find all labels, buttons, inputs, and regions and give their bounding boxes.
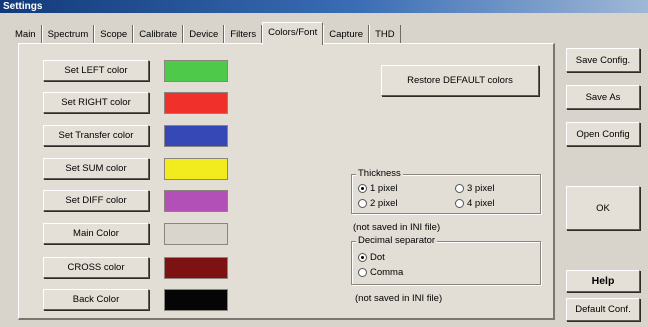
radio-unselected-icon xyxy=(358,199,367,208)
radio-label: 3 pixel xyxy=(467,183,495,194)
decimal-note: (not saved in INI file) xyxy=(355,293,443,304)
save-as-button[interactable]: Save As xyxy=(566,85,640,109)
sum-color-swatch xyxy=(164,158,228,180)
thickness-note: (not saved in INI file) xyxy=(353,222,441,233)
back-color-swatch xyxy=(164,289,228,311)
decimal-separator-legend: Decimal separator xyxy=(356,235,438,246)
thickness-1-pixel-radio[interactable]: 1 pixel xyxy=(358,183,397,194)
decimal-dot-radio[interactable]: Dot xyxy=(358,252,385,263)
tab-spectrum[interactable]: Spectrum xyxy=(41,25,95,45)
set-diff-color-button[interactable]: Set DIFF color xyxy=(43,190,149,211)
cross-color-swatch xyxy=(164,257,228,279)
radio-selected-icon xyxy=(358,253,367,262)
radio-label: 4 pixel xyxy=(467,198,495,209)
set-sum-color-button[interactable]: Set SUM color xyxy=(43,158,149,179)
thickness-legend: Thickness xyxy=(356,168,403,179)
help-button[interactable]: Help xyxy=(566,270,640,292)
tab-strip: Main Spectrum Scope Calibrate Device Fil… xyxy=(10,22,401,45)
thickness-3-pixel-radio[interactable]: 3 pixel xyxy=(455,183,494,194)
left-color-swatch xyxy=(164,60,228,82)
right-color-swatch xyxy=(164,92,228,114)
colors-font-panel: Set LEFT color Set RIGHT color Set Trans… xyxy=(18,43,555,320)
thickness-4-pixel-radio[interactable]: 4 pixel xyxy=(455,198,494,209)
tab-device[interactable]: Device xyxy=(183,25,225,45)
thickness-group: Thickness 1 pixel 3 pixel 2 pixel 4 pixe… xyxy=(351,168,541,214)
set-transfer-color-button[interactable]: Set Transfer color xyxy=(43,125,149,146)
main-color-swatch xyxy=(164,223,228,245)
main-color-button[interactable]: Main Color xyxy=(43,223,149,244)
radio-unselected-icon xyxy=(455,199,464,208)
settings-window: Settings Main Spectrum Scope Calibrate D… xyxy=(0,0,648,327)
default-conf-button[interactable]: Default Conf. xyxy=(566,298,640,321)
tab-capture[interactable]: Capture xyxy=(323,25,370,45)
restore-default-colors-button[interactable]: Restore DEFAULT colors xyxy=(381,65,539,96)
transfer-color-swatch xyxy=(164,125,228,147)
radio-label: Dot xyxy=(370,252,385,263)
set-left-color-button[interactable]: Set LEFT color xyxy=(43,60,149,81)
tab-calibrate[interactable]: Calibrate xyxy=(133,25,184,45)
tab-main[interactable]: Main xyxy=(10,25,42,45)
diff-color-swatch xyxy=(164,190,228,212)
radio-label: Comma xyxy=(370,267,404,278)
save-config-button[interactable]: Save Config. xyxy=(566,48,640,72)
open-config-button[interactable]: Open Config xyxy=(566,122,640,146)
ok-button[interactable]: OK xyxy=(566,186,640,230)
tab-filters[interactable]: Filters xyxy=(224,25,263,45)
thickness-2-pixel-radio[interactable]: 2 pixel xyxy=(358,198,397,209)
decimal-separator-group: Decimal separator Dot Comma xyxy=(351,235,541,285)
radio-unselected-icon xyxy=(358,268,367,277)
tab-colors-font[interactable]: Colors/Font xyxy=(262,22,324,45)
radio-label: 2 pixel xyxy=(370,198,398,209)
decimal-comma-radio[interactable]: Comma xyxy=(358,267,403,278)
radio-unselected-icon xyxy=(455,184,464,193)
radio-selected-icon xyxy=(358,184,367,193)
back-color-button[interactable]: Back Color xyxy=(43,289,149,310)
window-title: Settings xyxy=(0,0,648,13)
radio-label: 1 pixel xyxy=(370,183,398,194)
tab-thd[interactable]: THD xyxy=(369,25,401,45)
cross-color-button[interactable]: CROSS color xyxy=(43,257,149,278)
set-right-color-button[interactable]: Set RIGHT color xyxy=(43,92,149,113)
tab-scope[interactable]: Scope xyxy=(94,25,134,45)
